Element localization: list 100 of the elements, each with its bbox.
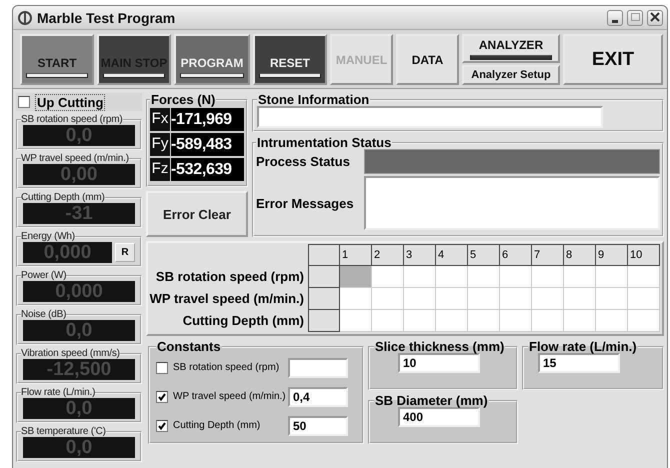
- panel-title: Slice thickness (mm): [374, 340, 506, 353]
- field-label: Error Messages: [256, 196, 355, 210]
- minimize-icon: [612, 20, 618, 22]
- column-header[interactable]: 9: [596, 244, 628, 266]
- row-label: SB rotation speed (rpm): [154, 268, 305, 286]
- table-cell[interactable]: [340, 288, 372, 310]
- toolbar-button[interactable]: DATA: [396, 34, 459, 85]
- row-header[interactable]: [308, 266, 340, 288]
- close-button[interactable]: [647, 10, 663, 26]
- table-cell[interactable]: [564, 288, 596, 310]
- table-cell[interactable]: [564, 266, 596, 288]
- app-icon: [17, 10, 33, 26]
- table-cell[interactable]: [532, 310, 564, 332]
- table-cell[interactable]: [436, 266, 468, 288]
- table-cell[interactable]: [596, 266, 628, 288]
- axis-label: Fy: [150, 133, 170, 156]
- row-header[interactable]: [308, 310, 340, 332]
- column-header[interactable]: 2: [372, 244, 404, 266]
- row-label: Cutting Depth (mm): [182, 312, 305, 330]
- checkbox[interactable]: [156, 390, 168, 402]
- checkbox-label: SB rotation speed (rpm): [173, 362, 280, 373]
- gauge-label: SB rotation speed (rpm): [21, 114, 123, 125]
- table-cell[interactable]: [628, 288, 660, 310]
- table-cell[interactable]: [500, 288, 532, 310]
- input-field[interactable]: 400: [398, 407, 480, 427]
- column-header[interactable]: 5: [468, 244, 500, 266]
- table-cell[interactable]: [628, 310, 660, 332]
- input-field[interactable]: 50: [288, 416, 348, 436]
- gauge-label: Flow rate (L/min.): [21, 387, 96, 398]
- toolbar-button[interactable]: PROGRAM: [174, 34, 250, 85]
- gauge-label: Vibration speed (mm/s): [21, 348, 120, 359]
- checkbox[interactable]: [18, 96, 30, 108]
- table-cell[interactable]: [468, 310, 500, 332]
- error-clear-button[interactable]: Error Clear: [146, 191, 248, 237]
- axis-label: Fx: [150, 108, 170, 131]
- column-header[interactable]: 8: [564, 244, 596, 266]
- column-header[interactable]: 1: [340, 244, 372, 266]
- energy-reset-button[interactable]: R: [115, 243, 135, 262]
- table-cell[interactable]: [404, 310, 436, 332]
- table-cell[interactable]: [532, 288, 564, 310]
- window-title: Marble Test Program: [37, 10, 176, 26]
- column-header[interactable]: 3: [404, 244, 436, 266]
- table-cell[interactable]: [404, 288, 436, 310]
- table-cell[interactable]: [468, 288, 500, 310]
- table-cell[interactable]: [532, 266, 564, 288]
- panel-title: Constants: [156, 340, 222, 353]
- checkbox-label: Up Cutting: [35, 94, 106, 110]
- table-cell[interactable]: [596, 288, 628, 310]
- maximize-icon: [629, 10, 641, 22]
- input-field[interactable]: 0,4: [288, 386, 348, 406]
- table-cell[interactable]: [500, 266, 532, 288]
- table-cell[interactable]: [596, 310, 628, 332]
- table-cell[interactable]: [628, 266, 660, 288]
- checkbox[interactable]: [156, 420, 168, 432]
- force-value: -532,639: [171, 158, 244, 181]
- column-header[interactable]: 7: [532, 244, 564, 266]
- table-cell[interactable]: [436, 310, 468, 332]
- column-header[interactable]: 6: [500, 244, 532, 266]
- toolbar-button[interactable]: RESET: [253, 34, 327, 85]
- table-cell[interactable]: [436, 288, 468, 310]
- close-icon: [649, 10, 661, 22]
- gauge-label: WP travel speed (m/min.): [21, 153, 129, 164]
- row-label: WP travel speed (m/min.): [148, 290, 305, 308]
- table-cell[interactable]: [372, 288, 404, 310]
- force-value: -171,969: [171, 108, 244, 131]
- table-cell[interactable]: [500, 310, 532, 332]
- table-cell[interactable]: [340, 310, 372, 332]
- analyzer-button[interactable]: ANALYZER: [462, 34, 560, 63]
- corner-cell: [308, 244, 340, 266]
- minimize-button[interactable]: [607, 10, 623, 26]
- panel-title: Flow rate (L/min.): [528, 340, 638, 353]
- column-header[interactable]: 4: [436, 244, 468, 266]
- panel-title: Intrumentation Status: [256, 136, 392, 149]
- field-label: Process Status: [256, 154, 351, 169]
- table-cell[interactable]: [468, 266, 500, 288]
- exit-button[interactable]: EXIT: [563, 34, 663, 85]
- input-field[interactable]: [257, 106, 603, 128]
- table-cell[interactable]: [340, 266, 372, 288]
- gauge-label: Cutting Depth (mm): [21, 192, 105, 203]
- analyzer-setup-button[interactable]: Analyzer Setup: [462, 65, 560, 85]
- column-header[interactable]: 10: [628, 244, 660, 266]
- gauge-label: SB temperature ('C): [21, 426, 106, 437]
- table-cell[interactable]: [372, 266, 404, 288]
- checkbox[interactable]: [156, 362, 168, 374]
- input-field[interactable]: 15: [538, 353, 620, 373]
- toolbar-button[interactable]: START: [20, 34, 94, 85]
- checkbox-label: WP travel speed (m/min.): [173, 391, 283, 402]
- gauge-label: Energy (Wh): [21, 231, 75, 242]
- table-cell[interactable]: [404, 266, 436, 288]
- input-field[interactable]: [288, 358, 348, 378]
- row-header[interactable]: [308, 288, 340, 310]
- force-value: -589,483: [171, 133, 244, 156]
- gauge-label: Power (W): [21, 270, 66, 281]
- input-field[interactable]: 10: [398, 353, 480, 373]
- axis-label: Fz: [150, 158, 170, 181]
- checkbox-label: Cutting Depth (mm): [173, 420, 262, 431]
- table-cell[interactable]: [372, 310, 404, 332]
- table-cell[interactable]: [564, 310, 596, 332]
- panel-title: SB Diameter (mm): [374, 394, 489, 407]
- panel-title: Forces (N): [150, 93, 216, 106]
